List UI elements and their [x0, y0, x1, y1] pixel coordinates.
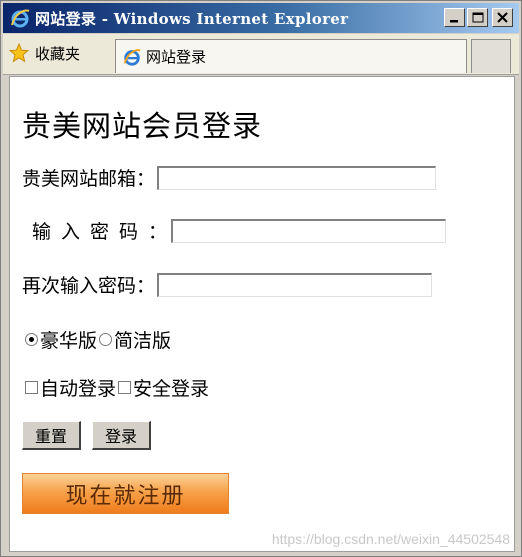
email-row: 贵美网站邮箱： [22, 164, 437, 191]
maximize-button[interactable] [467, 8, 488, 27]
email-label: 贵美网站邮箱： [22, 168, 156, 190]
radio-simple-label: 简洁版 [114, 330, 172, 352]
star-icon [9, 43, 29, 63]
radio-simple[interactable] [99, 333, 113, 346]
page-title: 贵美网站会员登录 [22, 109, 263, 143]
confirm-password-label: 再次输入密码： [22, 275, 156, 297]
checkbox-auto-login[interactable] [25, 381, 38, 394]
watermark: https://blog.csdn.net/weixin_44502548 [271, 531, 510, 547]
email-field[interactable] [157, 165, 437, 190]
confirm-password-row: 再次输入密码： [22, 271, 433, 298]
minimize-icon [450, 20, 458, 23]
checkbox-secure-login[interactable] [118, 381, 132, 394]
ie-icon [123, 48, 141, 66]
ie-icon [11, 9, 30, 28]
version-radio-group: 豪华版 简洁版 [25, 326, 173, 353]
page-content: 贵美网站会员登录 贵美网站邮箱： 输入密码： 再次输入密码： 豪华版 简洁版 自… [9, 76, 515, 552]
new-tab-button[interactable] [471, 39, 511, 73]
close-icon [497, 12, 508, 23]
radio-deluxe[interactable] [25, 333, 38, 346]
tab-bar: 收藏夹 网站登录 [3, 34, 519, 75]
reset-button[interactable]: 重置 [22, 421, 82, 450]
password-row: 输入密码： [22, 217, 447, 244]
browser-window: 网站登录 - Windows Internet Explorer 收藏夹 网站登… [0, 0, 522, 557]
title-bar[interactable]: 网站登录 - Windows Internet Explorer [3, 3, 519, 33]
maximize-icon [472, 12, 484, 23]
checkbox-secure-login-label: 安全登录 [133, 378, 210, 400]
password-field[interactable] [171, 218, 447, 243]
window-title: 网站登录 - Windows Internet Explorer [35, 9, 349, 28]
checkbox-auto-login-label: 自动登录 [40, 378, 117, 400]
radio-deluxe-label: 豪华版 [40, 330, 98, 352]
password-label: 输入密码： [32, 221, 178, 243]
close-button[interactable] [492, 8, 513, 27]
confirm-password-field[interactable] [157, 272, 433, 297]
register-now-button[interactable]: 现在就注册 [22, 473, 229, 514]
window-controls [444, 8, 513, 27]
login-options-group: 自动登录 安全登录 [25, 374, 211, 401]
tab-website-login[interactable]: 网站登录 [115, 39, 467, 73]
minimize-button[interactable] [444, 8, 465, 27]
tab-label: 网站登录 [146, 48, 207, 66]
login-button[interactable]: 登录 [92, 421, 152, 450]
form-buttons: 重置 登录 [22, 421, 152, 450]
favorites-button[interactable]: 收藏夹 [9, 41, 80, 65]
favorites-label: 收藏夹 [35, 44, 81, 63]
